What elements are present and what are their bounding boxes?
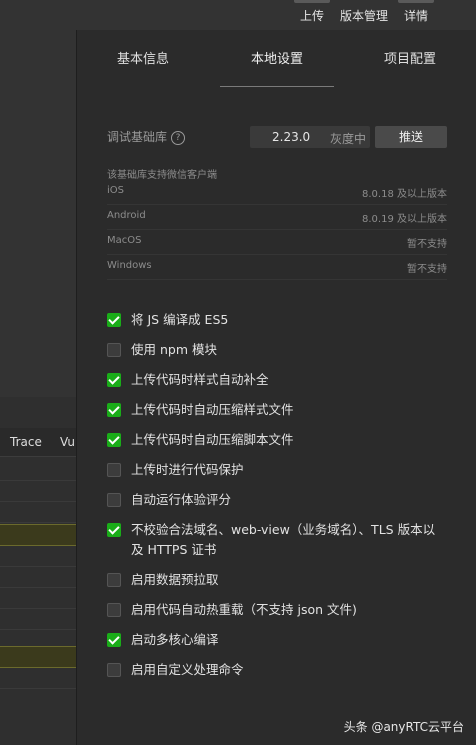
watermark: 头条 @anyRTC云平台 [343,720,464,734]
option-npm[interactable]: 使用 npm 模块 [107,340,437,360]
support-row: MacOS 暂不支持 [107,230,447,255]
checkbox-npm[interactable] [107,343,121,357]
option-label: 上传代码时自动压缩样式文件 [131,402,294,417]
option-label: 上传代码时自动压缩脚本文件 [131,432,294,447]
help-icon[interactable]: ? [171,130,186,145]
option-hot-reload[interactable]: 启用代码自动热重载（不支持 json 文件) [107,600,437,620]
support-row: Android 8.0.19 及以上版本 [107,205,447,230]
option-label: 启用代码自动热重载（不支持 json 文件) [131,602,357,617]
top-toolbar: 上传 版本管理 详情 [0,0,476,30]
checkbox-code-protect[interactable] [107,463,121,477]
option-label: 自动运行体验评分 [131,492,232,507]
upload-button[interactable]: 上传 [294,0,330,30]
detail-label: 详情 [403,9,428,23]
option-label: 不校验合法域名、web-view（业务域名）、TLS 版本以及 HTTPS 证书 [131,522,436,557]
sdk-version-value: 2.23.0 [272,130,311,144]
list-item[interactable] [0,567,76,588]
option-multicore-compile[interactable]: 启动多核心编译 [107,630,437,650]
list-item[interactable] [0,460,76,481]
option-label: 启动多核心编译 [131,632,219,647]
sdk-version-select[interactable]: 2.23.0 灰度中 [250,126,370,148]
upload-icon [294,0,330,3]
checkbox-style-autoprefix[interactable] [107,373,121,387]
tab-basic-info[interactable]: 基本信息 [93,30,193,86]
option-label: 上传时进行代码保护 [131,462,244,477]
support-status: 暂不支持 [407,239,447,250]
option-code-protect[interactable]: 上传时进行代码保护 [107,460,437,480]
sdk-version-text: 调试基础库 [107,130,168,144]
list-item[interactable] [0,502,76,523]
details-tabs: 基本信息 本地设置 项目配置 [77,30,476,87]
option-label: 使用 npm 模块 [131,342,217,357]
checkbox-minify-style[interactable] [107,403,121,417]
detail-button[interactable]: 详情 [398,0,434,30]
upload-label: 上传 [299,9,324,23]
list-item[interactable] [0,546,76,567]
support-platform: iOS [107,185,124,196]
checkbox-multicore-compile[interactable] [107,633,121,647]
checkbox-prefetch[interactable] [107,573,121,587]
support-status: 8.0.18 及以上版本 [362,189,447,200]
support-row: iOS 8.0.18 及以上版本 [107,180,447,205]
support-platform: Windows [107,260,152,271]
option-minify-script[interactable]: 上传代码时自动压缩脚本文件 [107,430,437,450]
checkbox-hot-reload[interactable] [107,603,121,617]
checkbox-custom-command[interactable] [107,663,121,677]
list-item-highlighted[interactable] [0,646,76,668]
support-title: 该基础库支持微信客户端 [107,170,217,181]
sdk-gray-badge: 灰度中 [329,132,366,146]
checkbox-skip-domain-check[interactable] [107,523,121,537]
option-auto-audit[interactable]: 自动运行体验评分 [107,490,437,510]
support-status: 暂不支持 [407,264,447,275]
version-manage-button[interactable]: 版本管理 [338,0,390,30]
list-item[interactable] [0,609,76,630]
option-label: 将 JS 编译成 ES5 [131,312,229,327]
editor-area [0,30,76,397]
tab-trace[interactable]: Trace [10,435,42,449]
option-label: 启用数据预拉取 [131,572,219,587]
checkbox-minify-script[interactable] [107,433,121,447]
details-panel: 基本信息 本地设置 项目配置 调试基础库? 2.23.0 灰度中 推送 该基础库… [76,30,476,745]
support-row: Windows 暂不支持 [107,255,447,280]
support-status: 8.0.19 及以上版本 [362,214,447,225]
support-platform: MacOS [107,235,142,246]
tab-vu[interactable]: Vu [60,435,75,449]
list-item[interactable] [0,588,76,609]
option-es5[interactable]: 将 JS 编译成 ES5 [107,310,437,330]
option-custom-command[interactable]: 启用自定义处理命令 [107,660,437,680]
option-label: 启用自定义处理命令 [131,662,244,677]
version-manage-label: 版本管理 [339,9,388,23]
support-platform: Android [107,210,146,221]
list-item[interactable] [0,481,76,502]
debugger-tabs: Trace Vu [0,428,76,457]
option-prefetch[interactable]: 启用数据预拉取 [107,570,437,590]
tab-local-settings[interactable]: 本地设置 [220,30,334,87]
checkbox-auto-audit[interactable] [107,493,121,507]
push-button[interactable]: 推送 [375,126,447,148]
option-minify-style[interactable]: 上传代码时自动压缩样式文件 [107,400,437,420]
option-skip-domain-check[interactable]: 不校验合法域名、web-view（业务域名）、TLS 版本以及 HTTPS 证书 [107,520,437,560]
option-label: 上传代码时样式自动补全 [131,372,269,387]
list-item[interactable] [0,668,76,689]
sdk-version-label: 调试基础库? [107,128,186,145]
checkbox-es5[interactable] [107,313,121,327]
detail-icon [398,0,434,3]
tab-project-config[interactable]: 项目配置 [360,30,460,86]
list-item-highlighted[interactable] [0,524,76,546]
option-style-autoprefix[interactable]: 上传代码时样式自动补全 [107,370,437,390]
